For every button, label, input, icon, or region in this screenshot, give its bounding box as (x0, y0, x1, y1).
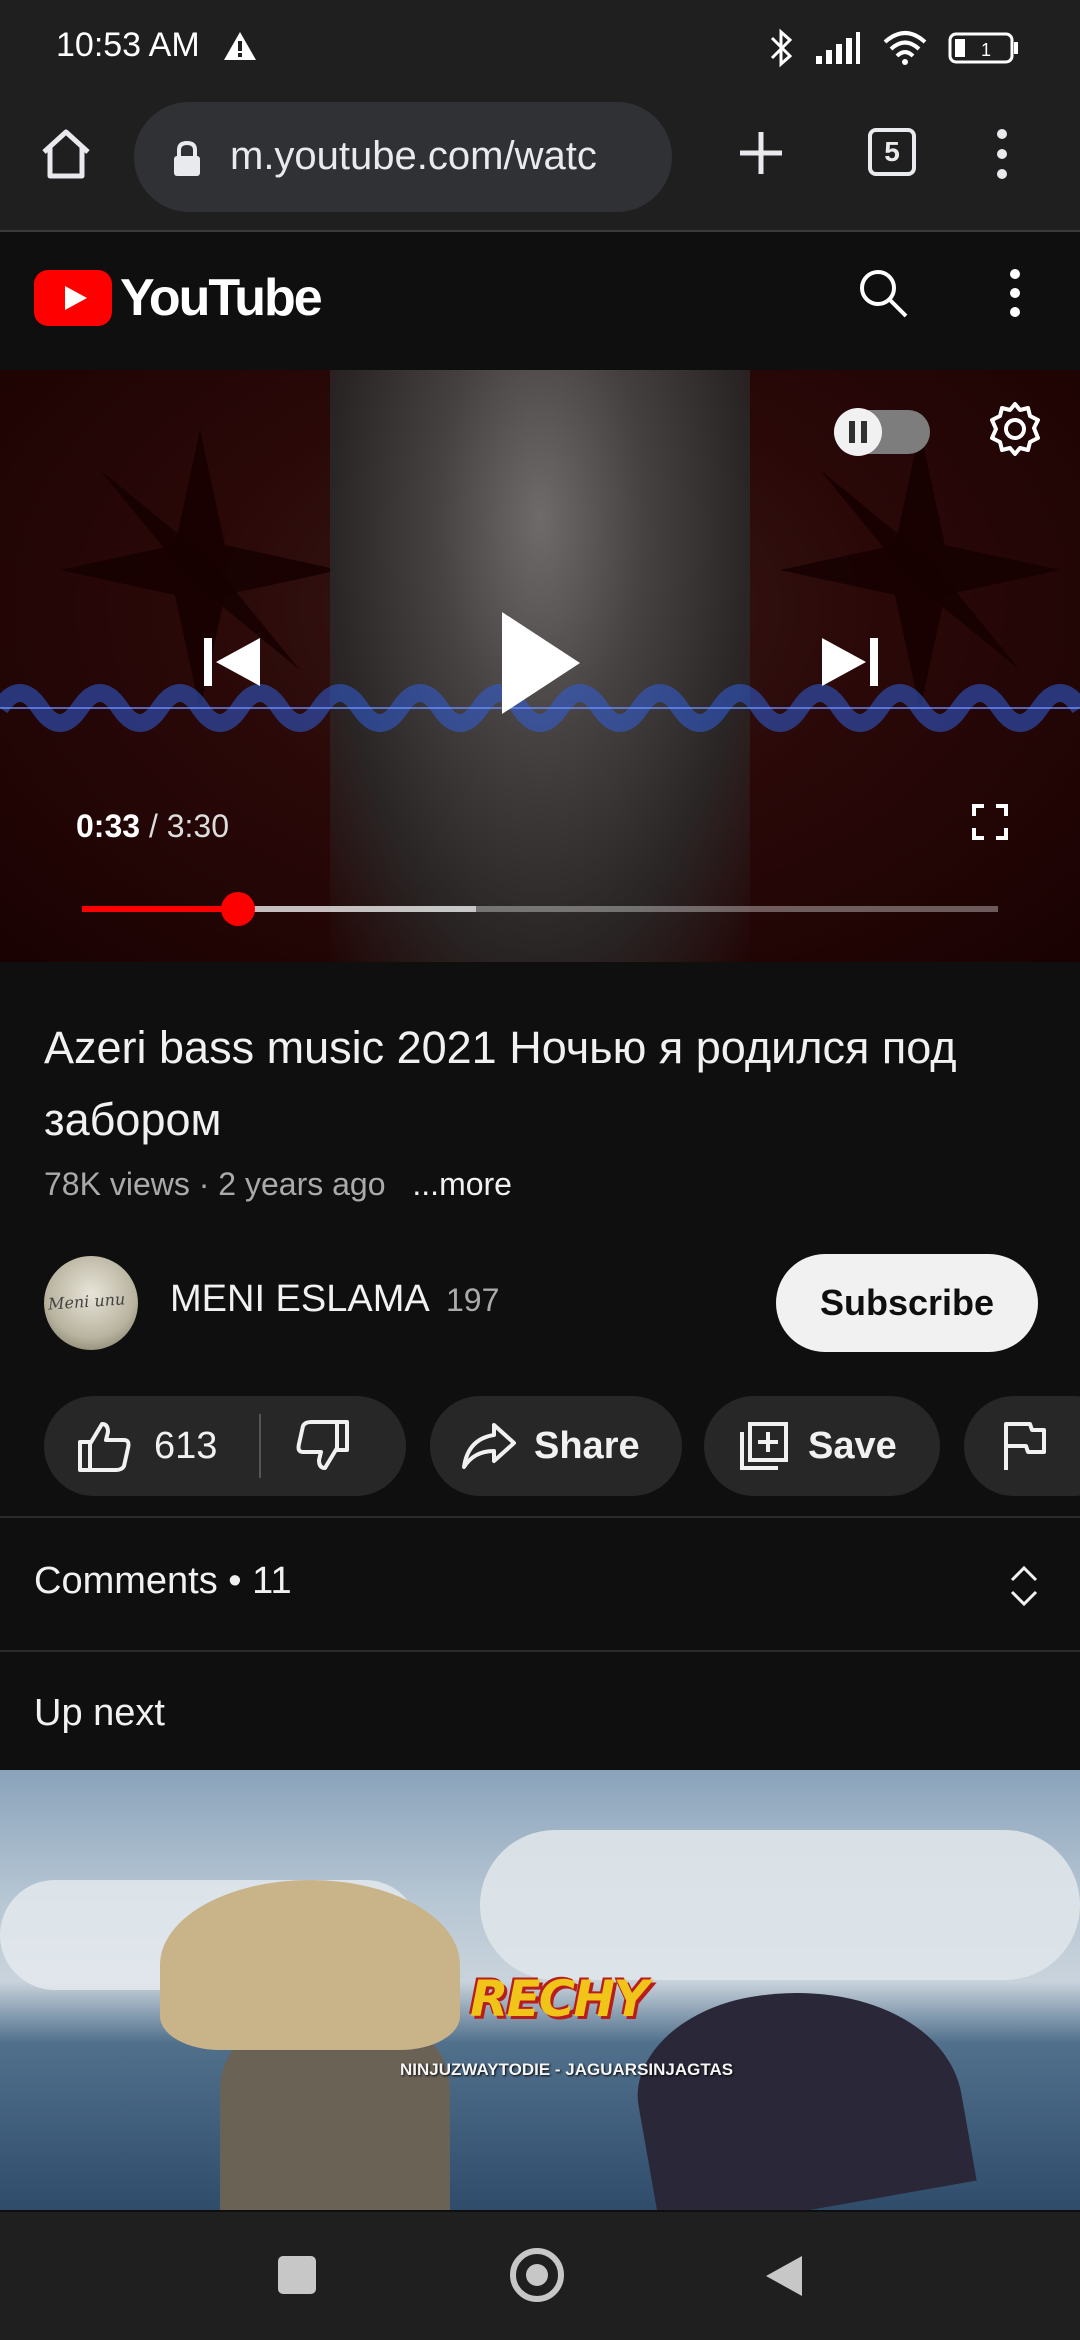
thumbnail-caption: NINJUZWAYTODIE - JAGUARSINJAGTAS (400, 2060, 734, 2079)
thumbnail-cloud (480, 1830, 1080, 1980)
svg-text:1: 1 (981, 40, 991, 60)
like-count[interactable]: 613 (154, 1425, 217, 1468)
video-title[interactable]: Azeri bass music 2021 Ночью я родился по… (44, 1012, 1034, 1156)
home-button-dot (526, 2264, 548, 2286)
comments-section[interactable]: Comments • 11 (0, 1518, 1080, 1650)
video-player[interactable]: 0:33 / 3:30 (0, 370, 1080, 962)
play-icon[interactable] (498, 610, 582, 716)
time-display: 0:33 / 3:30 (76, 808, 229, 845)
comments-label: Comments • 11 (34, 1560, 292, 1602)
previous-icon[interactable] (200, 634, 264, 690)
pause-icon (849, 421, 867, 443)
channel-avatar[interactable]: Meni unu (44, 1256, 138, 1350)
up-next-header: Up next (0, 1652, 1080, 1770)
fullscreen-icon[interactable] (970, 802, 1010, 842)
youtube-play-logo-icon (34, 270, 112, 326)
home-button[interactable] (510, 2248, 564, 2302)
channel-name[interactable]: MENI ESLAMA (170, 1278, 430, 1321)
thumbs-down-icon[interactable] (295, 1418, 351, 1474)
more-vert-icon[interactable] (1000, 266, 1030, 320)
like-divider (259, 1414, 262, 1478)
report-button[interactable] (964, 1396, 1080, 1496)
time-separator: / (148, 808, 158, 844)
subscriber-count: 197 (446, 1282, 500, 1318)
channel-row: Meni unu MENI ESLAMA 197 Subscribe (0, 1250, 1080, 1360)
share-icon (462, 1423, 516, 1469)
youtube-logo[interactable]: YouTube (34, 268, 323, 328)
thumbs-up-icon[interactable] (76, 1418, 132, 1474)
thumbnail-hat (160, 1880, 460, 2050)
save-button[interactable]: Save (704, 1396, 940, 1496)
browser-toolbar: m.youtube.com/watc 5 (0, 96, 1080, 232)
gear-icon[interactable] (986, 400, 1044, 458)
current-time: 0:33 (76, 808, 141, 844)
system-nav-bar (0, 2212, 1080, 2340)
tab-switcher-button[interactable]: 5 (868, 128, 916, 176)
progress-scrubber[interactable] (220, 892, 255, 926)
url-text: m.youtube.com/watc (230, 134, 597, 178)
lock-icon (174, 140, 200, 176)
wifi-icon (883, 31, 927, 65)
home-icon[interactable] (36, 124, 96, 184)
thumbnail-logo: RECHY (470, 1970, 649, 2028)
more-link[interactable]: ...more (412, 1166, 512, 1202)
alert-icon (224, 32, 256, 60)
youtube-logo-text: YouTube (120, 269, 323, 327)
share-label: Share (534, 1424, 640, 1467)
views-and-age: 78K views · 2 years ago (44, 1166, 386, 1202)
expand-icon[interactable] (1006, 1562, 1042, 1610)
signal-icon (816, 32, 860, 64)
like-dislike-pill: 613 (44, 1396, 406, 1496)
search-icon[interactable] (856, 266, 910, 320)
thumbnail-figure (623, 1963, 977, 2210)
address-bar[interactable]: m.youtube.com/watc (134, 102, 672, 212)
up-next-thumbnail[interactable]: RECHY NINJUZWAYTODIE - JAGUARSINJAGTAS (0, 1770, 1080, 2210)
new-tab-icon[interactable] (734, 126, 788, 180)
status-icons: 1 (768, 28, 1020, 68)
subscribe-button[interactable]: Subscribe (776, 1254, 1038, 1352)
video-meta[interactable]: 78K views · 2 years ago ...more (44, 1166, 512, 1203)
next-icon[interactable] (818, 634, 882, 690)
avatar-text: Meni unu (47, 1289, 126, 1314)
save-label: Save (808, 1424, 897, 1467)
playlist-add-icon (740, 1422, 788, 1470)
battery-icon: 1 (948, 32, 1018, 64)
bluetooth-icon (770, 28, 793, 68)
actions-row: 613 Share Save (0, 1396, 1080, 1496)
flag-icon (1004, 1422, 1046, 1470)
progress-played (82, 906, 238, 912)
status-time: 10:53 AM (56, 26, 200, 64)
back-icon[interactable] (762, 2252, 806, 2300)
autoplay-knob (834, 408, 882, 456)
youtube-header: YouTube (0, 232, 1080, 358)
more-vert-icon[interactable] (990, 126, 1014, 182)
autoplay-toggle[interactable] (834, 408, 930, 456)
progress-bar[interactable] (82, 892, 998, 926)
recents-button[interactable] (278, 2256, 316, 2294)
status-bar: 10:53 AM 1 (0, 0, 1080, 96)
up-next-label: Up next (34, 1692, 165, 1734)
share-button[interactable]: Share (430, 1396, 682, 1496)
duration: 3:30 (166, 808, 229, 844)
